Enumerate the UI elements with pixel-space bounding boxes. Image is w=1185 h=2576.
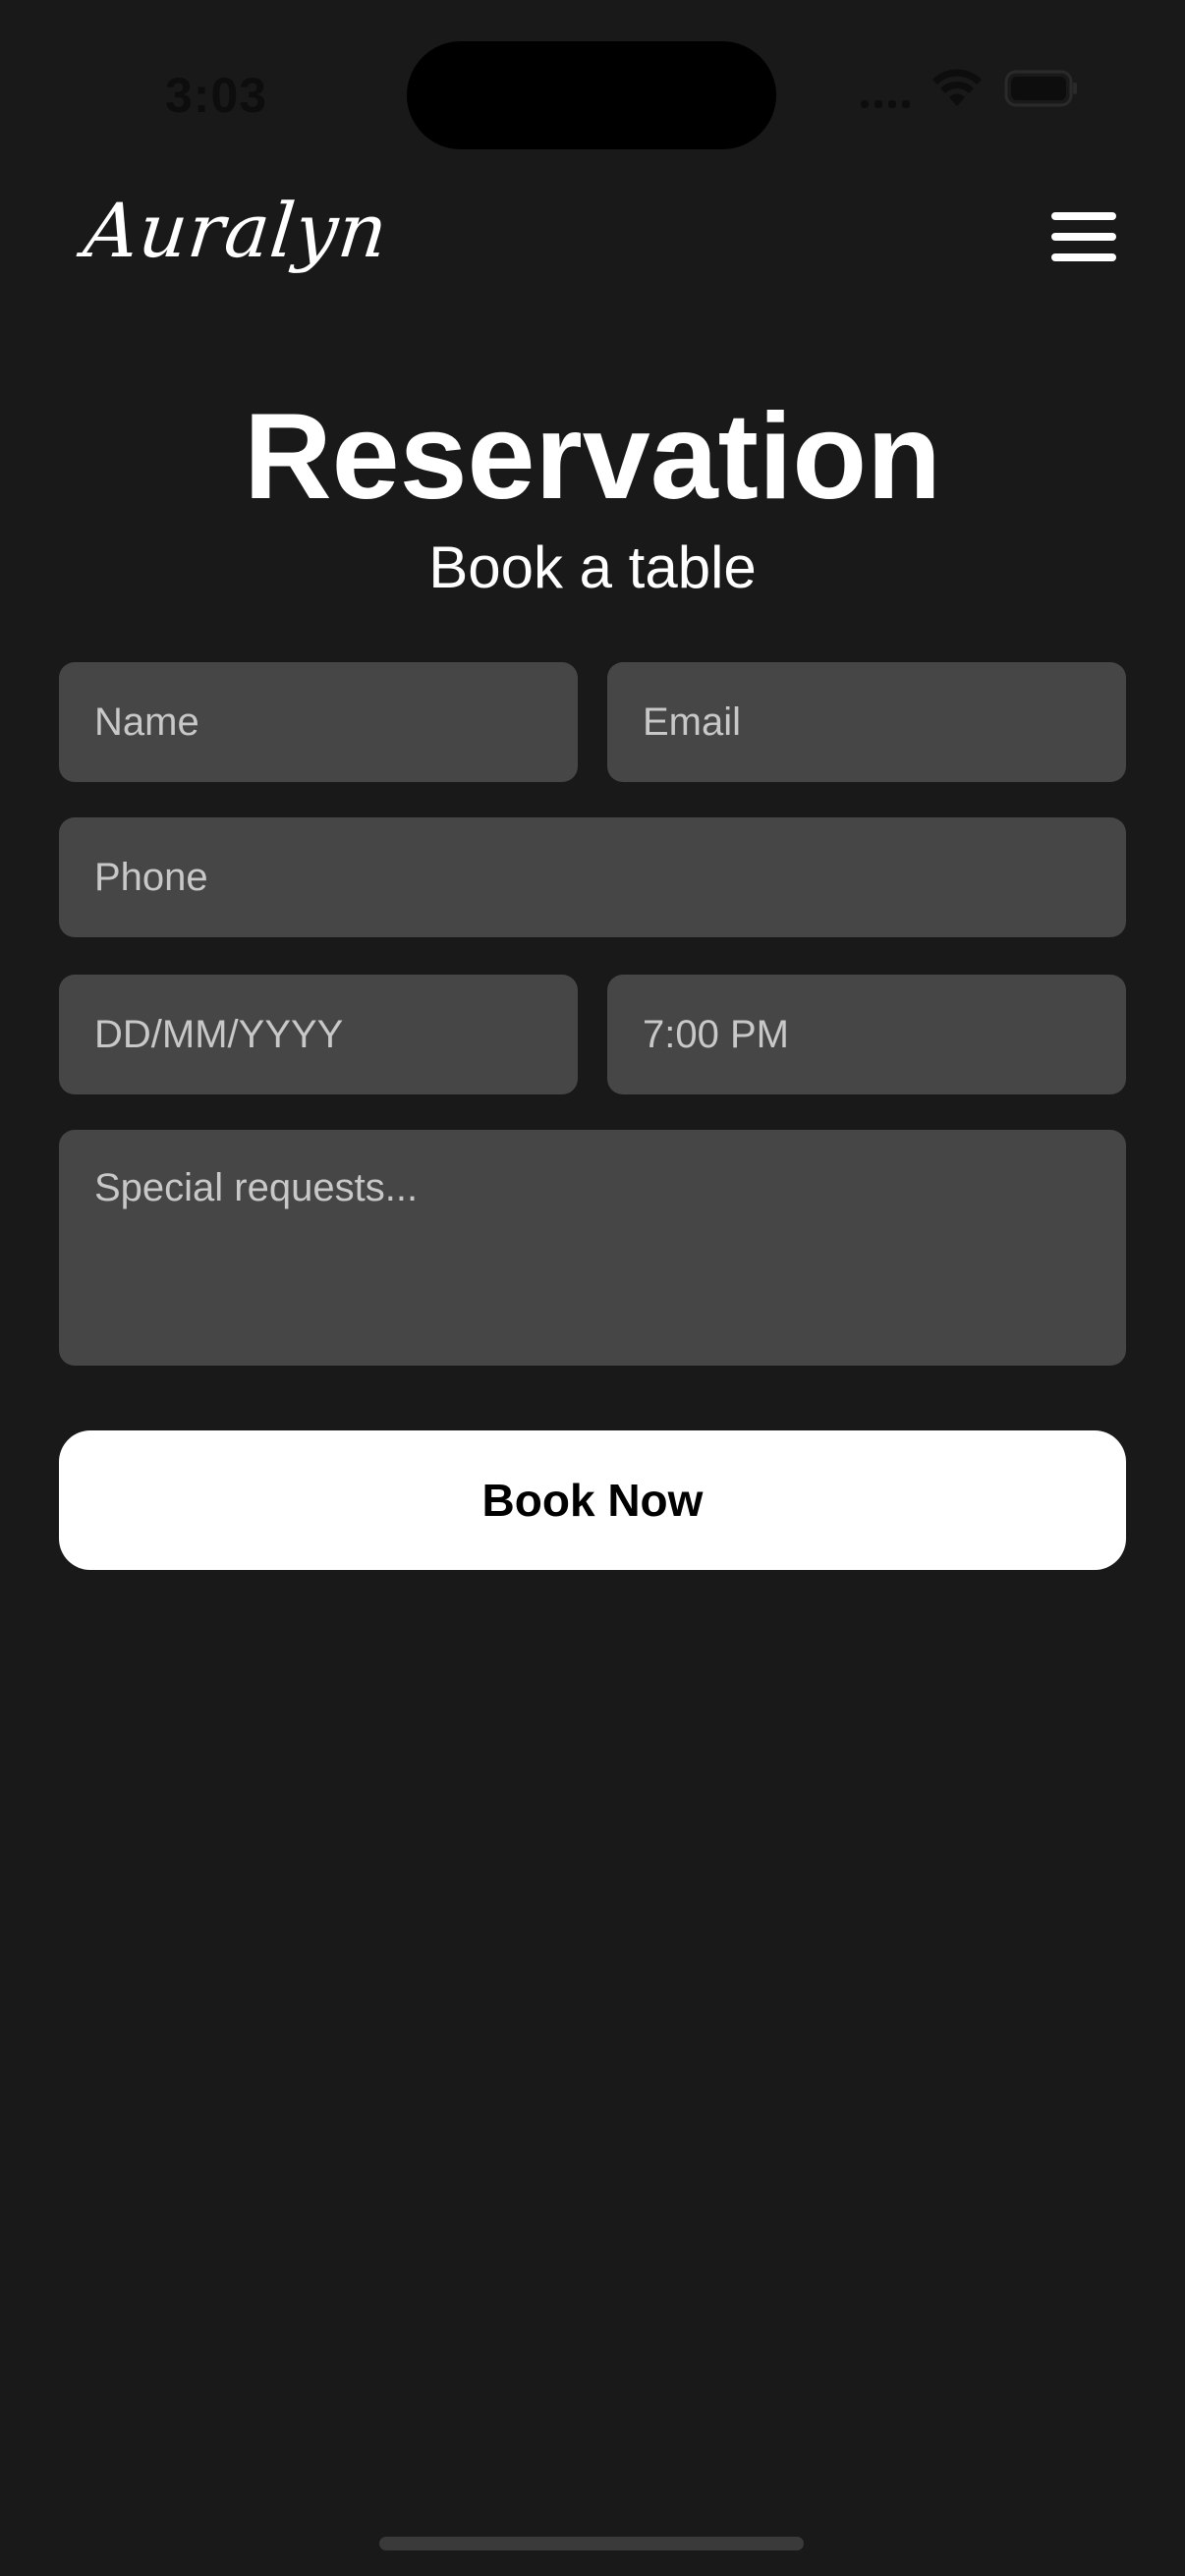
status-time: 3:03 (165, 68, 268, 123)
app-header: Auralyn (0, 177, 1185, 295)
home-indicator[interactable] (379, 2537, 804, 2550)
menu-line (1051, 212, 1116, 220)
battery-icon (1004, 69, 1079, 108)
menu-line (1051, 253, 1116, 261)
phone-field[interactable] (59, 817, 1126, 937)
status-icons (861, 69, 1079, 108)
name-field[interactable] (59, 662, 578, 782)
hamburger-menu-icon[interactable] (1051, 212, 1116, 261)
status-bar: 3:03 (0, 0, 1185, 177)
dynamic-island (407, 41, 776, 149)
brand-logo[interactable]: Auralyn (80, 187, 392, 274)
time-field[interactable] (607, 975, 1126, 1094)
menu-line (1051, 233, 1116, 241)
special-requests-field[interactable] (59, 1130, 1126, 1366)
wifi-icon (931, 69, 983, 108)
reservation-screen: 3:03 Auralyn Reservation Book a table Na… (0, 0, 1185, 2576)
cellular-signal-icon (861, 69, 910, 108)
page-title: Reservation (244, 389, 941, 525)
date-field[interactable] (59, 975, 578, 1094)
page-subtitle: Book a table (428, 534, 757, 600)
book-now-button[interactable]: Book Now (59, 1430, 1126, 1570)
email-field[interactable] (607, 662, 1126, 782)
